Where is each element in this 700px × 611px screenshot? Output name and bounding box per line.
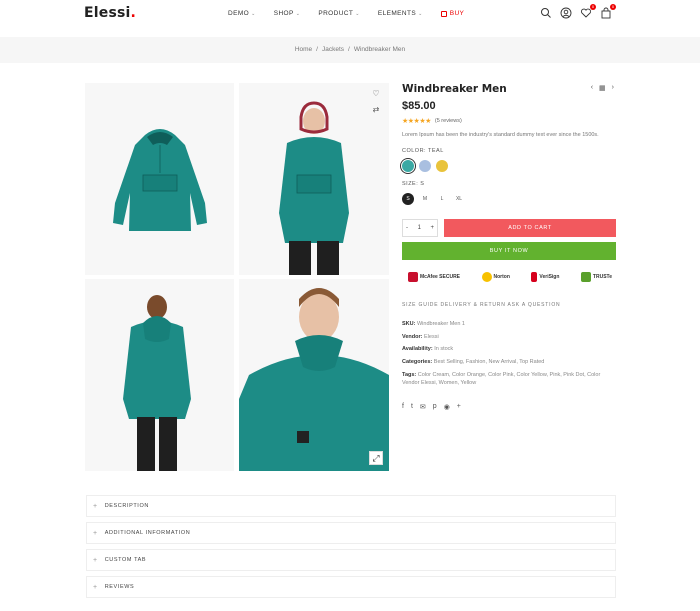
product-links[interactable]: SIZE GUIDE DELIVERY & RETURN ASK A QUEST…: [402, 302, 616, 308]
mcafee-logo-icon: [408, 272, 418, 282]
tab-additional-information[interactable]: + ADDITIONAL INFORMATION: [86, 522, 616, 544]
plus-icon: +: [93, 529, 98, 537]
plus-icon: +: [93, 502, 98, 510]
size-options: S M L XL: [402, 193, 616, 205]
trust-badge-norton: Norton: [481, 272, 510, 282]
trust-badge-verisign: VeriSign: [531, 272, 559, 282]
breadcrumb-current: Windbreaker Men: [353, 46, 406, 53]
product-short-description: Lorem Ipsum has been the industry's stan…: [402, 132, 599, 138]
chevron-down-icon: ⌄: [418, 10, 423, 17]
tab-custom[interactable]: + CUSTOM TAB: [86, 549, 616, 571]
verisign-logo-icon: [531, 272, 538, 282]
qty-value[interactable]: 1: [418, 225, 421, 231]
breadcrumb: Home / Jackets / Windbreaker Men: [294, 46, 406, 53]
nav-item-shop[interactable]: SHOP ⌄: [274, 10, 301, 17]
chevron-down-icon: ⌄: [355, 10, 360, 17]
nav-item-demo[interactable]: DEMO ⌄: [228, 10, 256, 17]
qty-minus-button[interactable]: -: [406, 225, 408, 231]
color-swatch-yellow[interactable]: [436, 160, 448, 172]
review-count[interactable]: (5 reviews): [435, 118, 462, 124]
grid-icon[interactable]: ▦: [599, 84, 606, 92]
truste-logo-icon: [580, 272, 591, 282]
pinterest-icon[interactable]: p: [433, 403, 437, 411]
facebook-icon[interactable]: f: [402, 403, 404, 411]
size-option-m[interactable]: M: [419, 193, 431, 205]
cart-count-badge: 0: [610, 4, 616, 10]
email-icon[interactable]: ✉: [420, 403, 426, 411]
meta-availability: Availability: In stock: [402, 346, 454, 352]
breadcrumb-bar: Home / Jackets / Windbreaker Men: [0, 37, 700, 63]
user-icon[interactable]: [560, 7, 572, 19]
product-nav: ‹ ▦ ›: [585, 84, 614, 92]
prev-product-icon[interactable]: ‹: [591, 84, 593, 92]
chevron-down-icon: ⌄: [295, 10, 301, 17]
next-product-icon[interactable]: ›: [612, 84, 614, 92]
trust-badge-truste: TRUSTe: [580, 272, 612, 282]
product-image-front[interactable]: [85, 83, 234, 275]
buy-now-button[interactable]: BUY IT NOW: [402, 242, 616, 260]
product-gallery: ♡ ⇄ ⤢: [85, 83, 389, 471]
color-swatch-teal[interactable]: [402, 160, 414, 172]
header-actions: 0 0: [540, 4, 620, 19]
share-icons: f t ✉ p ◉ +: [402, 403, 616, 411]
bag-icon: [440, 10, 447, 17]
tab-reviews[interactable]: + REVIEWS: [86, 576, 616, 598]
search-icon[interactable]: [540, 7, 552, 19]
add-to-cart-row: - 1 + ADD TO CART: [402, 219, 616, 237]
twitter-icon[interactable]: t: [411, 403, 413, 411]
breadcrumb-home[interactable]: Home: [295, 46, 312, 53]
product-summary: Windbreaker Men ‹ ▦ › $85.00 ★★★★★ (5 re…: [402, 83, 616, 411]
product-image-model-front[interactable]: ♡ ⇄: [239, 83, 389, 275]
zoom-button[interactable]: ⤢: [369, 451, 383, 465]
meta-sku: SKU: Windbreaker Men 1: [402, 321, 465, 327]
color-swatches: [402, 160, 616, 172]
trust-badge-mcafee: McAfee SECURE: [408, 272, 460, 282]
product-rating[interactable]: ★★★★★ (5 reviews): [402, 117, 616, 125]
meta-tags: Tags: Color Cream, Color Orange, Color P…: [402, 372, 601, 386]
color-swatch-blue[interactable]: [419, 160, 431, 172]
plus-icon: +: [93, 556, 98, 564]
breadcrumb-category[interactable]: Jackets: [322, 46, 344, 53]
heart-icon[interactable]: 0: [580, 4, 596, 19]
nav-item-product[interactable]: PRODUCT ⌄: [318, 10, 360, 17]
messenger-icon[interactable]: ◉: [444, 403, 450, 411]
trust-badges: McAfee SECURE Norton VeriSign TRUSTe: [408, 272, 612, 282]
nav-item-elements[interactable]: ELEMENTS ⌄: [378, 10, 423, 17]
heart-icon[interactable]: ♡: [371, 89, 381, 99]
product-image-model-back[interactable]: [85, 279, 234, 471]
plus-icon: +: [93, 583, 98, 591]
color-label: COLOR: TEAL: [402, 148, 444, 154]
meta-vendor: Vendor: Elessi: [402, 333, 439, 340]
chevron-down-icon: ⌄: [251, 10, 256, 17]
product-image-closeup[interactable]: ⤢: [239, 279, 389, 471]
tab-description[interactable]: + DESCRIPTION: [86, 495, 616, 517]
meta-categories: Categories: Best Selling, Fashion, New A…: [402, 358, 545, 365]
product-meta: SKU: Windbreaker Men 1 Vendor: Elessi Av…: [402, 318, 616, 387]
size-option-xl[interactable]: XL: [453, 193, 465, 205]
site-logo[interactable]: Elessi.: [84, 5, 136, 21]
quantity-stepper[interactable]: - 1 +: [402, 219, 438, 237]
product-price: $85.00: [402, 100, 436, 112]
qty-plus-button[interactable]: +: [430, 225, 434, 231]
main-nav: DEMO ⌄ SHOP ⌄ PRODUCT ⌄ ELEMENTS ⌄ BUY: [228, 10, 482, 17]
product-tabs-accordion: + DESCRIPTION + ADDITIONAL INFORMATION + CU…: [86, 495, 616, 603]
size-option-l[interactable]: L: [436, 193, 448, 205]
compare-icon[interactable]: ⇄: [371, 105, 381, 115]
size-label: SIZE: S: [402, 181, 425, 187]
nav-item-buy[interactable]: BUY: [440, 10, 465, 17]
star-rating-icon: ★★★★★: [402, 118, 431, 125]
cart-icon[interactable]: 0: [600, 4, 616, 19]
size-option-s[interactable]: S: [402, 193, 414, 205]
norton-logo-icon: [481, 272, 492, 282]
more-share-icon[interactable]: +: [457, 403, 461, 411]
wishlist-count-badge: 0: [590, 4, 596, 10]
site-header: Elessi. DEMO ⌄ SHOP ⌄ PRODUCT ⌄ ELEMENTS ⌄ B…: [0, 0, 700, 36]
add-to-cart-button[interactable]: ADD TO CART: [444, 219, 616, 237]
